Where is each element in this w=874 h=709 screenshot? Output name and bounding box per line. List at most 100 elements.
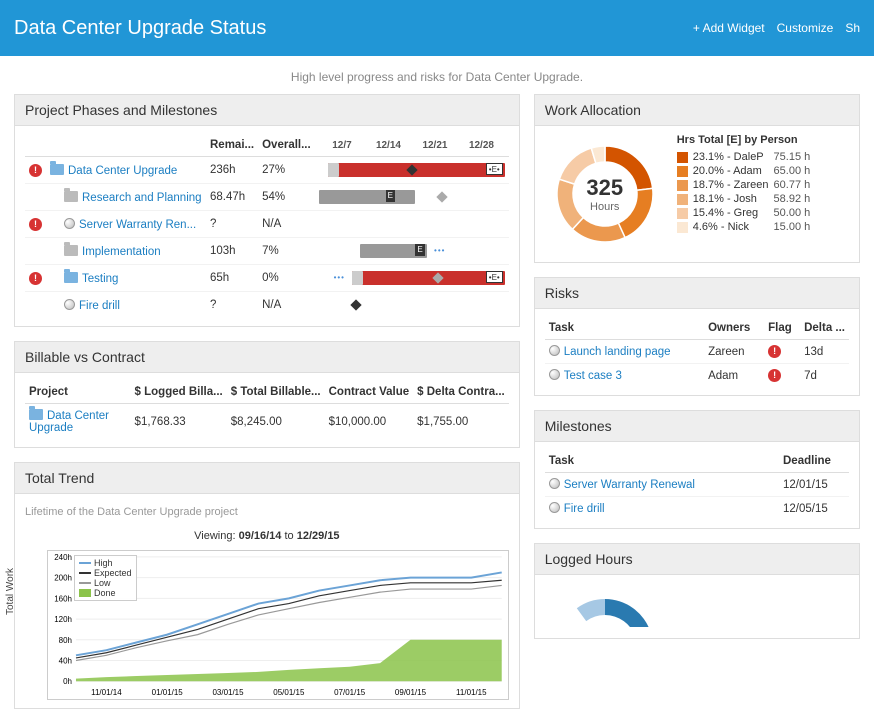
svg-text:200h: 200h: [54, 574, 72, 583]
col-remaining: Remai...: [206, 134, 258, 157]
gantt-bar[interactable]: [319, 216, 505, 232]
page-subtitle: High level progress and risks for Data C…: [0, 56, 874, 94]
flag-icon: !: [768, 345, 781, 358]
legend-item: High: [79, 558, 132, 568]
legend-item: Done: [79, 588, 132, 598]
page-title: Data Center Upgrade Status: [14, 17, 266, 40]
table-row: Test case 3Adam!7d: [545, 364, 849, 388]
donut-center-label: Hours: [590, 201, 619, 213]
add-widget-button[interactable]: + Add Widget: [693, 21, 765, 35]
donut-legend: Hrs Total [E] by Person 23.1% - DaleP75.…: [677, 134, 811, 234]
alert-icon: !: [29, 272, 42, 285]
legend-item[interactable]: 4.6% - Nick15.00 h: [677, 220, 811, 234]
legend-swatch: [677, 208, 688, 219]
svg-text:11/01/15: 11/01/15: [456, 688, 487, 697]
table-row: Research and Planning68.47h54%E: [25, 184, 509, 211]
widget-title: Logged Hours: [535, 544, 859, 575]
milestone-link[interactable]: Fire drill: [564, 503, 605, 515]
alert-icon: !: [29, 164, 42, 177]
gantt-bar[interactable]: ••••E•: [319, 270, 505, 286]
table-row: !Data Center Upgrade236h27%•E•: [25, 157, 509, 184]
table-row: Data Center Upgrade$1,768.33$8,245.00$10…: [25, 404, 509, 440]
donut-center-value: 325: [586, 175, 623, 201]
folder-icon: [50, 164, 64, 175]
milestone-icon: [64, 299, 75, 310]
svg-text:240h: 240h: [54, 553, 72, 562]
legend-swatch: [677, 194, 688, 205]
risks-table: Task Owners Flag Delta ... Launch landin…: [545, 317, 849, 387]
milestone-link[interactable]: Server Warranty Renewal: [564, 479, 695, 491]
legend-item[interactable]: 23.1% - DaleP75.15 h: [677, 150, 811, 164]
widget-title: Work Allocation: [535, 95, 859, 126]
widget-phases: Project Phases and Milestones Remai... O…: [14, 94, 520, 327]
gantt-bar[interactable]: •E•: [319, 162, 505, 178]
task-link[interactable]: Research and Planning: [82, 192, 202, 204]
svg-text:11/01/14: 11/01/14: [91, 688, 122, 697]
customize-button[interactable]: Customize: [777, 21, 834, 35]
folder-icon: [64, 191, 78, 202]
table-row: !Testing65h0%••••E•: [25, 265, 509, 292]
folder-icon: [64, 272, 78, 283]
col-overall: Overall...: [258, 134, 315, 157]
table-row: Fire drill12/05/15: [545, 497, 849, 521]
svg-text:0h: 0h: [63, 677, 72, 686]
task-link[interactable]: Server Warranty Ren...: [79, 219, 196, 231]
share-button[interactable]: Sh: [845, 21, 860, 35]
widget-risks: Risks Task Owners Flag Delta ... Launch …: [534, 277, 860, 396]
logged-hours-donut[interactable]: [545, 587, 665, 627]
task-link[interactable]: Launch landing page: [564, 346, 671, 358]
billable-table: Project $ Logged Billa... $ Total Billab…: [25, 381, 509, 439]
folder-icon: [29, 409, 43, 420]
alert-icon: !: [29, 218, 42, 231]
trend-ylabel: Total Work: [5, 568, 16, 615]
gantt-bar[interactable]: E•••: [319, 243, 505, 259]
trend-legend: HighExpectedLowDone: [74, 555, 137, 601]
legend-swatch: [677, 166, 688, 177]
trend-subtitle: Lifetime of the Data Center Upgrade proj…: [25, 502, 509, 526]
table-row: Server Warranty Renewal12/01/15: [545, 473, 849, 497]
widget-title: Billable vs Contract: [15, 342, 519, 373]
svg-text:05/01/15: 05/01/15: [273, 688, 305, 697]
table-row: Launch landing pageZareen!13d: [545, 340, 849, 364]
widget-trend: Total Trend Lifetime of the Data Center …: [14, 462, 520, 709]
work-allocation-donut[interactable]: 325 Hours: [545, 134, 665, 254]
legend-item: Low: [79, 578, 132, 588]
widget-title: Risks: [535, 278, 859, 309]
svg-text:01/01/15: 01/01/15: [152, 688, 184, 697]
table-row: Fire drill?N/A: [25, 292, 509, 319]
task-link[interactable]: Data Center Upgrade: [68, 165, 177, 177]
svg-text:120h: 120h: [54, 615, 72, 624]
flag-icon: !: [768, 369, 781, 382]
col-timeline: 12/712/1412/2112/28: [315, 134, 509, 157]
gantt-bar[interactable]: [319, 297, 505, 313]
milestones-table: Task Deadline Server Warranty Renewal12/…: [545, 450, 849, 520]
widget-logged-hours: Logged Hours: [534, 543, 860, 639]
legend-item[interactable]: 18.1% - Josh58.92 h: [677, 192, 811, 206]
trend-chart[interactable]: HighExpectedLowDone 0h40h80h120h160h200h…: [47, 550, 509, 700]
table-row: Implementation103h7%E•••: [25, 238, 509, 265]
legend-item[interactable]: 18.7% - Zareen60.77 h: [677, 178, 811, 192]
widget-title: Total Trend: [15, 463, 519, 494]
svg-text:09/01/15: 09/01/15: [395, 688, 427, 697]
svg-text:40h: 40h: [59, 657, 72, 666]
legend-item[interactable]: 15.4% - Greg50.00 h: [677, 206, 811, 220]
gantt-bar[interactable]: E: [319, 189, 505, 205]
trend-range: Viewing: 09/16/14 to 12/29/15: [25, 526, 509, 546]
task-link[interactable]: Testing: [82, 273, 118, 285]
page-header: Data Center Upgrade Status + Add Widget …: [0, 0, 874, 56]
widget-billable: Billable vs Contract Project $ Logged Bi…: [14, 341, 520, 448]
legend-swatch: [677, 222, 688, 233]
table-row: !Server Warranty Ren...?N/A: [25, 211, 509, 238]
legend-swatch: [677, 180, 688, 191]
task-icon: [549, 369, 560, 380]
phases-table: Remai... Overall... 12/712/1412/2112/28 …: [25, 134, 509, 318]
task-link[interactable]: Fire drill: [79, 300, 120, 312]
milestone-icon: [549, 478, 560, 489]
task-link[interactable]: Implementation: [82, 246, 161, 258]
widget-work-allocation: Work Allocation 325 Hours Hrs Total [E] …: [534, 94, 860, 263]
widget-milestones: Milestones Task Deadline Server Warranty…: [534, 410, 860, 529]
task-link[interactable]: Test case 3: [564, 370, 622, 382]
legend-item[interactable]: 20.0% - Adam65.00 h: [677, 164, 811, 178]
svg-text:07/01/15: 07/01/15: [334, 688, 366, 697]
widget-title: Milestones: [535, 411, 859, 442]
